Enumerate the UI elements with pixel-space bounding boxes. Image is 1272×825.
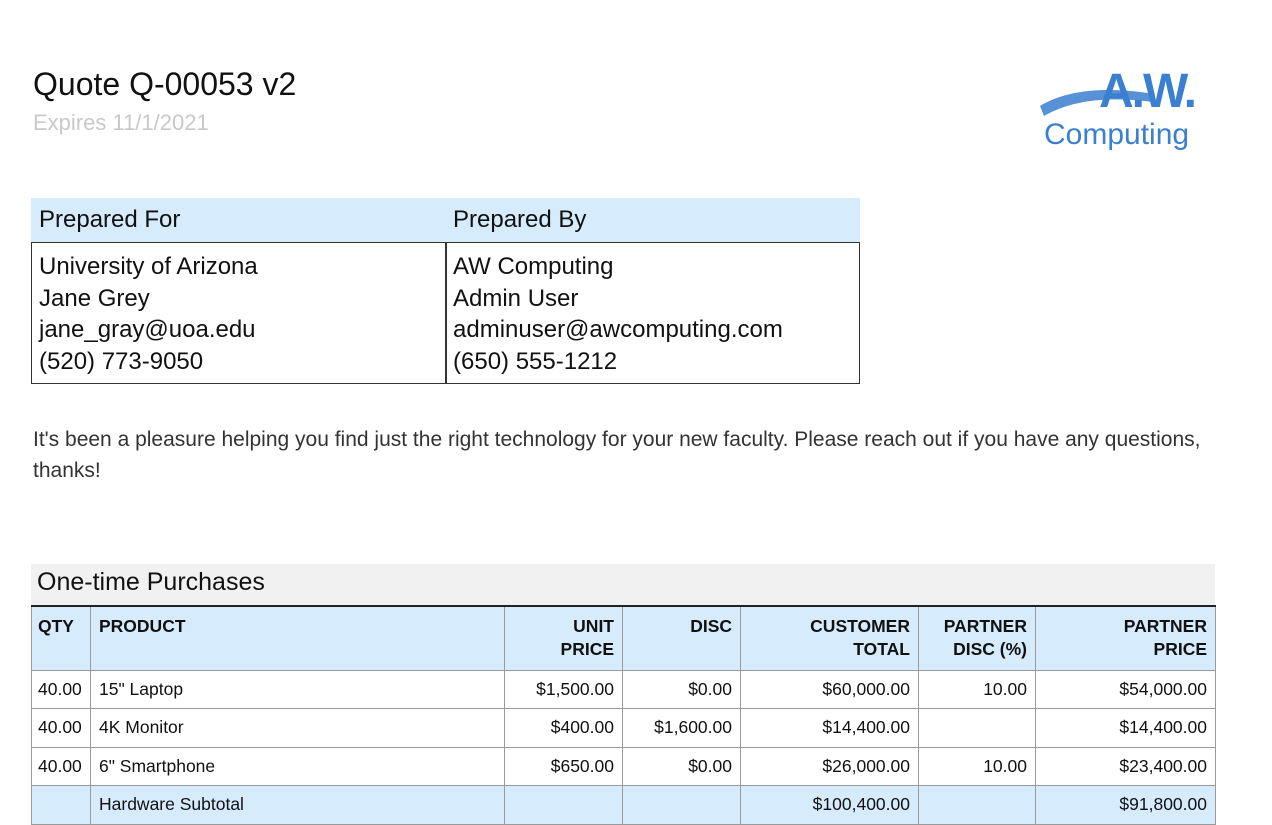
prepared-by-details: AW Computing Admin User adminuser@awcomp… — [453, 251, 783, 377]
vendor-email: adminuser@awcomputing.com — [453, 316, 783, 343]
cell-unit-price: $400.00 — [504, 708, 623, 748]
one-time-purchases-header: One-time Purchases — [31, 564, 1215, 606]
cell-qty: 40.00 — [31, 669, 91, 709]
col-qty: QTY — [31, 605, 91, 671]
prepared-box: Prepared For Prepared By University of A… — [31, 198, 860, 384]
table-header-row: QTY PRODUCT UNIT PRICE DISC CUSTOMER TOTAL… — [31, 605, 1216, 671]
cell-partner-price: $23,400.00 — [1035, 746, 1216, 786]
cell-disc: $0.00 — [622, 669, 741, 709]
cell-unit-price — [504, 785, 623, 825]
cell-partner-price: $14,400.00 — [1035, 708, 1216, 748]
subtotal-row: Hardware Subtotal $100,400.00 $91,800.00 — [31, 785, 1216, 825]
vendor-phone: (650) 555-1212 — [453, 347, 618, 375]
col-product: PRODUCT — [90, 605, 505, 671]
client-name: Jane Grey — [39, 284, 150, 312]
cell-disc: $1,600.00 — [622, 708, 741, 748]
col-customer-total: CUSTOMER TOTAL — [740, 605, 919, 671]
cell-product: 6" Smartphone — [90, 746, 505, 786]
table-row: 40.00 15" Laptop $1,500.00 $0.00 $60,000… — [31, 669, 1216, 709]
col-partner-disc: PARTNER DISC (%) — [918, 605, 1036, 671]
subtotal-customer-total: $100,400.00 — [740, 785, 919, 825]
vendor-name: Admin User — [453, 284, 579, 312]
cell-partner-disc — [918, 708, 1036, 748]
prepared-for-details: University of Arizona Jane Grey jane_gra… — [39, 251, 258, 377]
cell-product: 15" Laptop — [90, 669, 505, 709]
prepared-for-label: Prepared For — [39, 206, 181, 233]
cell-product: 4K Monitor — [90, 708, 505, 748]
logo-line1: A.W. — [1099, 65, 1197, 118]
client-phone: (520) 773-9050 — [39, 347, 204, 375]
subtotal-label: Hardware Subtotal — [90, 785, 505, 825]
quote-title: Quote Q-00053 v2 — [33, 66, 297, 102]
vendor-org: AW Computing — [453, 253, 614, 280]
col-disc: DISC — [622, 605, 741, 671]
cell-unit-price: $650.00 — [504, 746, 623, 786]
client-email: jane_gray@uoa.edu — [39, 316, 256, 343]
table-row: 40.00 4K Monitor $400.00 $1,600.00 $14,4… — [31, 708, 1216, 748]
cell-customer-total: $60,000.00 — [740, 669, 919, 709]
expires-date: Expires 11/1/2021 — [33, 110, 209, 135]
cell-disc: $0.00 — [622, 746, 741, 786]
col-unit-price: UNIT PRICE — [504, 605, 623, 671]
company-logo: A.W. Computing — [1036, 60, 1226, 170]
prepared-divider — [445, 243, 447, 383]
col-partner-price: PARTNER PRICE — [1035, 605, 1216, 671]
quote-message: It's been a pleasure helping you find ju… — [33, 428, 1201, 482]
table-row: 40.00 6" Smartphone $650.00 $0.00 $26,00… — [31, 746, 1216, 786]
cell-customer-total: $26,000.00 — [740, 746, 919, 786]
client-org: University of Arizona — [39, 253, 258, 280]
cell-partner-disc: 10.00 — [918, 746, 1036, 786]
line-items-table: QTY PRODUCT UNIT PRICE DISC CUSTOMER TOTAL… — [31, 605, 1216, 825]
subtotal-partner-price: $91,800.00 — [1035, 785, 1216, 825]
logo-line2: Computing — [1044, 118, 1190, 151]
cell-qty — [31, 785, 91, 825]
cell-partner-price: $54,000.00 — [1035, 669, 1216, 709]
cell-partner-disc: 10.00 — [918, 669, 1036, 709]
cell-unit-price: $1,500.00 — [504, 669, 623, 709]
cell-qty: 40.00 — [31, 708, 91, 748]
prepared-body: University of Arizona Jane Grey jane_gra… — [31, 242, 860, 384]
cell-disc — [622, 785, 741, 825]
prepared-by-label: Prepared By — [453, 206, 587, 233]
cell-qty: 40.00 — [31, 746, 91, 786]
prepared-header: Prepared For Prepared By — [31, 198, 860, 242]
cell-customer-total: $14,400.00 — [740, 708, 919, 748]
one-time-purchases-title: One-time Purchases — [37, 568, 265, 596]
cell-partner-disc — [918, 785, 1036, 825]
